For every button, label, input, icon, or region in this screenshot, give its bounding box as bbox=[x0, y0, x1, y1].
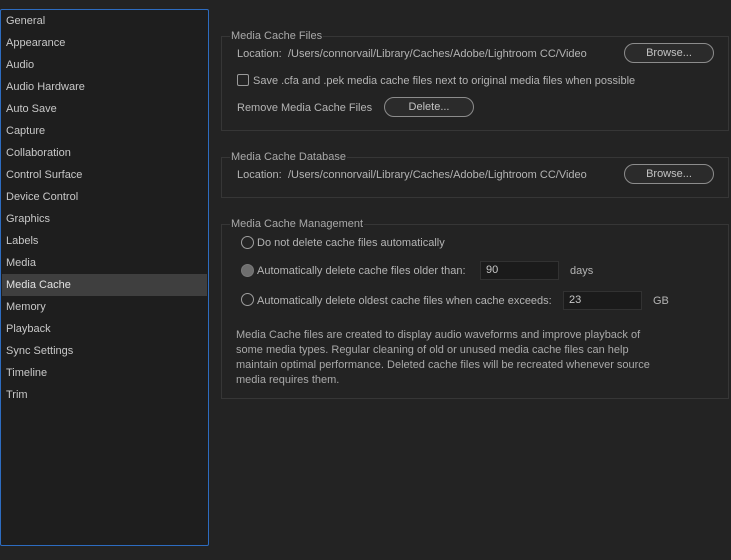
db-location-label: Location: bbox=[237, 169, 282, 181]
media-cache-management-title: Media Cache Management bbox=[230, 217, 365, 231]
sidebar-item-playback[interactable]: Playback bbox=[2, 318, 207, 340]
browse-button[interactable]: Browse... bbox=[624, 43, 714, 63]
sidebar-item-collaboration[interactable]: Collaboration bbox=[2, 142, 207, 164]
radio-do-not-delete-label: Do not delete cache files automatically bbox=[257, 237, 445, 249]
media-cache-database-group: Media Cache Database Location: /Users/co… bbox=[221, 150, 729, 198]
preferences-window: General Appearance Audio Audio Hardware … bbox=[0, 0, 731, 560]
media-cache-management-group: Media Cache Management Do not delete cac… bbox=[221, 217, 729, 399]
radio-delete-when-exceeds[interactable] bbox=[241, 293, 254, 306]
sidebar-item-audio[interactable]: Audio bbox=[2, 54, 207, 76]
save-cfa-pek-checkbox[interactable] bbox=[237, 74, 249, 86]
radio-delete-older-than[interactable] bbox=[241, 264, 254, 277]
save-cfa-pek-label: Save .cfa and .pek media cache files nex… bbox=[253, 75, 636, 87]
sidebar-item-auto-save[interactable]: Auto Save bbox=[2, 98, 207, 120]
media-cache-files-title: Media Cache Files bbox=[230, 29, 324, 43]
media-cache-files-group: Media Cache Files Location: /Users/conno… bbox=[221, 29, 729, 131]
location-path: /Users/connorvail/Library/Caches/Adobe/L… bbox=[288, 48, 587, 60]
preferences-sidebar: General Appearance Audio Audio Hardware … bbox=[0, 9, 209, 546]
location-label: Location: bbox=[237, 48, 282, 60]
db-browse-button[interactable]: Browse... bbox=[624, 164, 714, 184]
sidebar-item-audio-hardware[interactable]: Audio Hardware bbox=[2, 76, 207, 98]
cache-size-limit-input[interactable]: 23 bbox=[563, 291, 642, 310]
sidebar-item-device-control[interactable]: Device Control bbox=[2, 186, 207, 208]
db-location-path: /Users/connorvail/Library/Caches/Adobe/L… bbox=[288, 169, 587, 181]
radio-delete-older-than-label: Automatically delete cache files older t… bbox=[257, 265, 466, 277]
sidebar-item-graphics[interactable]: Graphics bbox=[2, 208, 207, 230]
sidebar-item-labels[interactable]: Labels bbox=[2, 230, 207, 252]
sidebar-item-sync-settings[interactable]: Sync Settings bbox=[2, 340, 207, 362]
older-than-days-input[interactable]: 90 bbox=[480, 261, 559, 280]
sidebar-item-media[interactable]: Media bbox=[2, 252, 207, 274]
sidebar-item-memory[interactable]: Memory bbox=[2, 296, 207, 318]
sidebar-item-appearance[interactable]: Appearance bbox=[2, 32, 207, 54]
sidebar-item-trim[interactable]: Trim bbox=[2, 384, 207, 406]
days-unit-label: days bbox=[570, 265, 594, 277]
sidebar-item-control-surface[interactable]: Control Surface bbox=[2, 164, 207, 186]
media-cache-database-title: Media Cache Database bbox=[230, 150, 347, 164]
sidebar-item-timeline[interactable]: Timeline bbox=[2, 362, 207, 384]
gb-unit-label: GB bbox=[653, 295, 669, 307]
radio-do-not-delete[interactable] bbox=[241, 236, 254, 249]
remove-media-cache-label: Remove Media Cache Files bbox=[237, 102, 373, 114]
sidebar-item-capture[interactable]: Capture bbox=[2, 120, 207, 142]
delete-button[interactable]: Delete... bbox=[384, 97, 474, 117]
radio-delete-when-exceeds-label: Automatically delete oldest cache files … bbox=[257, 295, 552, 307]
media-cache-description: Media Cache files are created to display… bbox=[236, 329, 650, 386]
sidebar-item-general[interactable]: General bbox=[2, 10, 207, 32]
sidebar-item-media-cache[interactable]: Media Cache bbox=[2, 274, 207, 296]
